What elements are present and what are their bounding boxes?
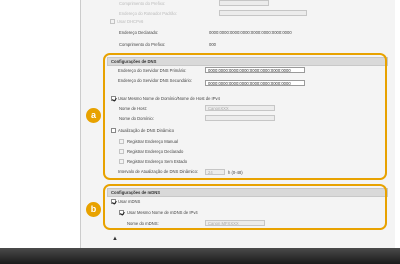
declared-address-value: 0000:0000:0000:0000:0000:0000:0000:0000 [209,30,292,35]
left-margin [0,0,80,248]
router-address-label: Endereço do Roteador Padrão: [119,11,177,16]
router-address-field[interactable] [219,10,307,16]
callout-a-badge: a [86,108,101,123]
prefix-length-field[interactable] [219,0,269,6]
callout-b-badge: b [86,202,101,217]
bottom-bar [0,248,400,264]
mdns-highlight-frame [103,184,387,230]
prefix-length2-label: Comprimento do Prefixo: [119,42,166,47]
dns-highlight-frame [103,53,387,180]
prefix-length2-value: 000 [209,42,216,47]
use-dhcpv6-checkbox[interactable] [110,19,115,24]
scroll-top-icon[interactable]: ▲ [112,236,118,242]
prefix-length-label: Comprimento do Prefixo: [119,1,166,6]
use-dhcpv6-label: Usar DHCPv6 [117,19,144,24]
declared-address-label: Endereço Declarado: [119,30,159,35]
